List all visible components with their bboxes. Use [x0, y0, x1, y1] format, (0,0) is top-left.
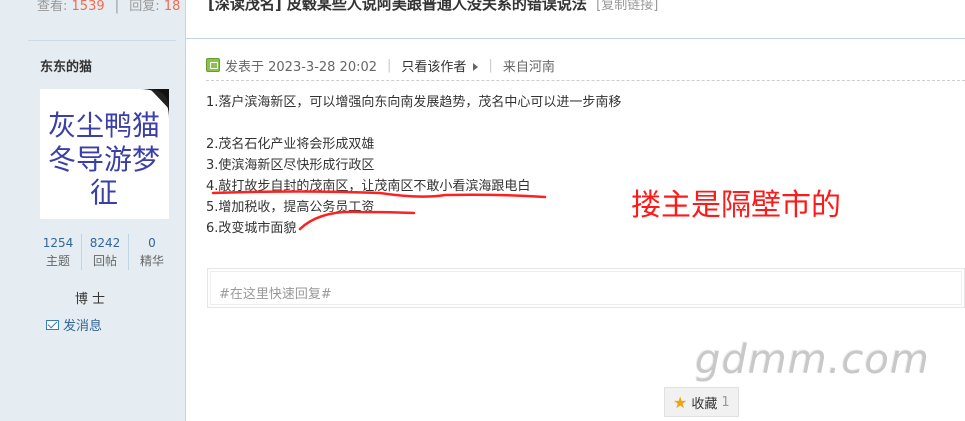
star-icon: ★ [673, 392, 688, 412]
favorite-count: 1 [721, 394, 730, 410]
underline-stroke [211, 190, 547, 199]
quick-reply-placeholder: #在这里快速回复# [219, 287, 332, 302]
red-annotation-text: 搂主是隔壁市的 [631, 188, 841, 223]
quick-reply-input[interactable]: #在这里快速回复# [210, 271, 962, 305]
site-watermark: gdmm.com [695, 337, 930, 383]
quick-reply-box[interactable]: #在这里快速回复# [207, 268, 965, 308]
favorite-label: 收藏 [691, 396, 718, 412]
underline-stroke [298, 210, 416, 231]
favorite-button[interactable]: ★ 收藏 1 [664, 387, 739, 417]
